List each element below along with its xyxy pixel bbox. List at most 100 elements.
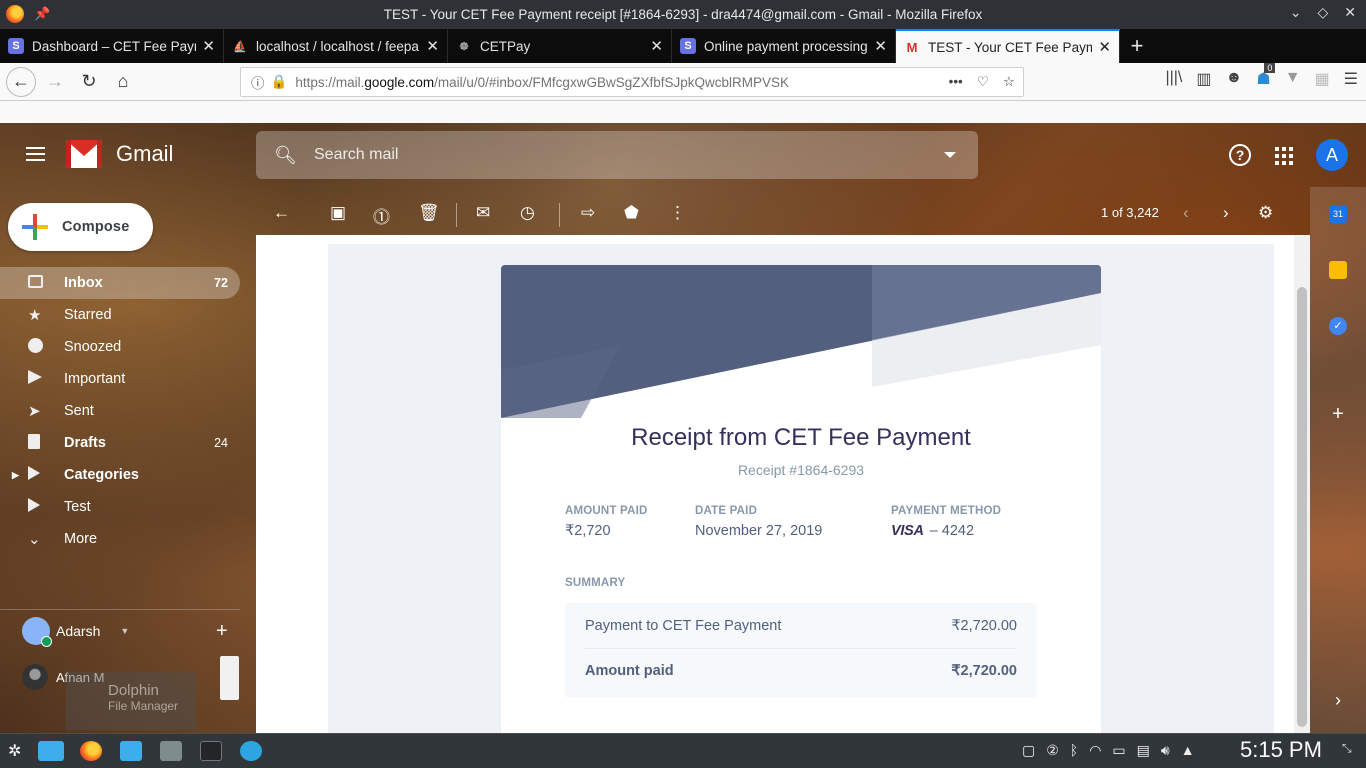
archive-icon[interactable]: ▣ xyxy=(330,203,346,223)
sidebar-item-more[interactable]: ⌄ More xyxy=(0,523,240,555)
compose-button[interactable]: Compose xyxy=(8,203,153,251)
calendar-icon[interactable]: 31 xyxy=(1329,205,1347,223)
tab-close-icon[interactable]: ✕ xyxy=(202,37,215,55)
taskbar-clock[interactable]: 5:15 PM xyxy=(1240,737,1322,763)
search-icon[interactable]: 🔍︎ xyxy=(274,145,314,166)
extension-grid-icon[interactable]: ▦ xyxy=(1315,69,1330,89)
mark-unread-icon[interactable]: ✉ xyxy=(476,203,490,223)
payment-method-value: VISA – 4242 xyxy=(891,523,1001,539)
sidebar-item-sent[interactable]: ➤ Sent xyxy=(0,395,240,427)
gmail-wordmark[interactable]: Gmail xyxy=(116,141,173,167)
older-icon[interactable]: › xyxy=(1223,203,1229,223)
scrollbar-thumb[interactable] xyxy=(1297,287,1307,727)
minimize-icon[interactable]: ⌄ xyxy=(1290,4,1302,21)
telegram-taskbar-icon[interactable] xyxy=(240,741,262,761)
wifi-icon[interactable]: ◠ xyxy=(1089,742,1101,759)
back-button[interactable]: ← xyxy=(6,66,36,97)
search-options-icon[interactable] xyxy=(944,152,956,158)
gmail-logo-icon[interactable] xyxy=(66,140,102,168)
tab-close-icon[interactable]: ✕ xyxy=(874,37,887,55)
clipboard-icon[interactable]: ▤ xyxy=(1137,742,1150,759)
move-to-icon[interactable]: ⇨ xyxy=(581,203,595,223)
extension-ghostery-icon[interactable]: ☗ 0 xyxy=(1256,63,1276,89)
sidebar-item-important[interactable]: Important xyxy=(0,363,240,395)
sidebar-icon[interactable]: ▥ xyxy=(1196,69,1211,89)
lock-icon[interactable]: 🔒 xyxy=(271,74,288,90)
forward-button[interactable]: → xyxy=(40,67,70,97)
new-conversation-icon[interactable]: + xyxy=(216,620,228,643)
account-icon[interactable]: ☻ xyxy=(1226,69,1243,89)
home-button[interactable]: ⌂ xyxy=(108,67,138,97)
url-prefix: https://mail. xyxy=(295,74,365,90)
snooze-icon[interactable]: ◷ xyxy=(520,203,535,223)
search-bar[interactable]: 🔍︎ Search mail xyxy=(256,131,978,179)
reload-button[interactable]: ↻ xyxy=(74,67,104,97)
dolphin-taskbar-icon[interactable] xyxy=(120,741,142,761)
tab-phpmyadmin[interactable]: ⛵ localhost / localhost / feepa ✕ xyxy=(224,29,448,63)
sidebar-item-label: Sent xyxy=(64,403,94,419)
window-icon[interactable]: ▢ xyxy=(1022,742,1035,759)
battery-icon[interactable]: ▭ xyxy=(1112,742,1125,759)
volume-icon[interactable]: 🔊︎ xyxy=(1161,742,1170,759)
pocket-icon[interactable]: ♡ xyxy=(977,74,989,90)
sidebar-item-starred[interactable]: ★ Starred xyxy=(0,299,240,331)
page-actions-icon[interactable]: ••• xyxy=(949,74,963,90)
search-input[interactable]: Search mail xyxy=(314,146,944,164)
back-to-inbox-icon[interactable]: ← xyxy=(273,203,290,223)
extension-vue-icon[interactable]: ▼ xyxy=(1285,69,1301,89)
delete-icon[interactable]: 🗑︎ xyxy=(418,203,440,223)
send-icon: ➤ xyxy=(28,403,41,420)
tray-expand-icon[interactable]: ▲ xyxy=(1181,742,1195,759)
sidebar-item-label: Snoozed xyxy=(64,339,122,355)
show-desktop-icon[interactable]: ⤡ xyxy=(1342,741,1364,761)
account-avatar[interactable]: A xyxy=(1316,139,1348,171)
newer-icon[interactable]: ‹ xyxy=(1183,203,1189,223)
settings-gear-icon[interactable]: ⚙ xyxy=(1258,203,1273,223)
report-spam-icon[interactable]: ⓵ xyxy=(373,203,390,228)
keep-icon[interactable] xyxy=(1329,261,1347,279)
new-tab-button[interactable]: + xyxy=(1120,29,1154,63)
tab-cetpay[interactable]: ☸ CETPay ✕ xyxy=(448,29,672,63)
tab-close-icon[interactable]: ✕ xyxy=(426,37,439,55)
sidebar-item-label: Test xyxy=(64,499,91,515)
library-icon[interactable]: |||\ xyxy=(1165,69,1182,89)
receipt-title: Receipt from CET Fee Payment xyxy=(631,424,971,451)
contacts-scrollbar[interactable] xyxy=(220,656,239,700)
sidebar-item-categories[interactable]: ▶ Categories xyxy=(0,459,240,491)
sidebar-item-inbox[interactable]: Inbox 72 xyxy=(0,267,240,299)
pin-icon[interactable]: 📌 xyxy=(34,6,50,22)
hangouts-status-dropdown-icon[interactable]: ▼ xyxy=(120,626,129,636)
tab-close-icon[interactable]: ✕ xyxy=(650,37,663,55)
bluetooth-icon[interactable]: ᛒ xyxy=(1070,742,1078,759)
expand-panel-icon[interactable]: › xyxy=(1329,691,1347,709)
sidebar-item-snoozed[interactable]: Snoozed xyxy=(0,331,240,363)
notifications-icon[interactable]: ② xyxy=(1046,742,1059,759)
tasks-icon[interactable]: ✓ xyxy=(1329,317,1347,335)
info-icon[interactable]: ⓘ xyxy=(251,72,265,92)
google-apps-icon[interactable] xyxy=(1275,147,1293,165)
reading-pane-scrollbar[interactable] xyxy=(1294,235,1310,733)
tab-close-icon[interactable]: ✕ xyxy=(1098,38,1111,56)
menu-icon[interactable]: ☰ xyxy=(1344,69,1358,89)
app-launcher-icon[interactable]: ✲ xyxy=(8,741,30,761)
firefox-taskbar-icon[interactable] xyxy=(80,741,102,761)
tab-gmail[interactable]: M TEST - Your CET Fee Payme ✕ xyxy=(896,29,1120,63)
desktop-pager-icon[interactable] xyxy=(38,741,64,761)
monitor-taskbar-icon[interactable] xyxy=(160,741,182,761)
close-window-icon[interactable]: ✕ xyxy=(1344,4,1356,21)
hangouts-user[interactable]: Adarsh ▼ xyxy=(22,617,129,647)
tab-dashboard[interactable]: S Dashboard – CET Fee Paym ✕ xyxy=(0,29,224,63)
url-bar[interactable]: ⓘ 🔒 https://mail. google.com/mail/u/0/#in… xyxy=(240,67,1024,97)
terminal-taskbar-icon[interactable] xyxy=(200,741,222,761)
sidebar-item-test[interactable]: Test xyxy=(0,491,240,523)
labels-icon[interactable]: ⬟ xyxy=(624,203,639,223)
bookmark-star-icon[interactable]: ☆ xyxy=(1003,74,1015,90)
sidebar-item-drafts[interactable]: Drafts 24 xyxy=(0,427,240,459)
main-menu-icon[interactable] xyxy=(26,147,45,165)
help-icon[interactable]: ? xyxy=(1229,144,1251,166)
more-options-icon[interactable]: ⋮ xyxy=(669,203,686,223)
expand-arrow-icon[interactable]: ▶ xyxy=(12,470,19,481)
get-addons-icon[interactable]: + xyxy=(1329,404,1347,424)
tab-stripe-docs[interactable]: S Online payment processing ✕ xyxy=(672,29,896,63)
maximize-icon[interactable]: ◇ xyxy=(1317,4,1328,21)
